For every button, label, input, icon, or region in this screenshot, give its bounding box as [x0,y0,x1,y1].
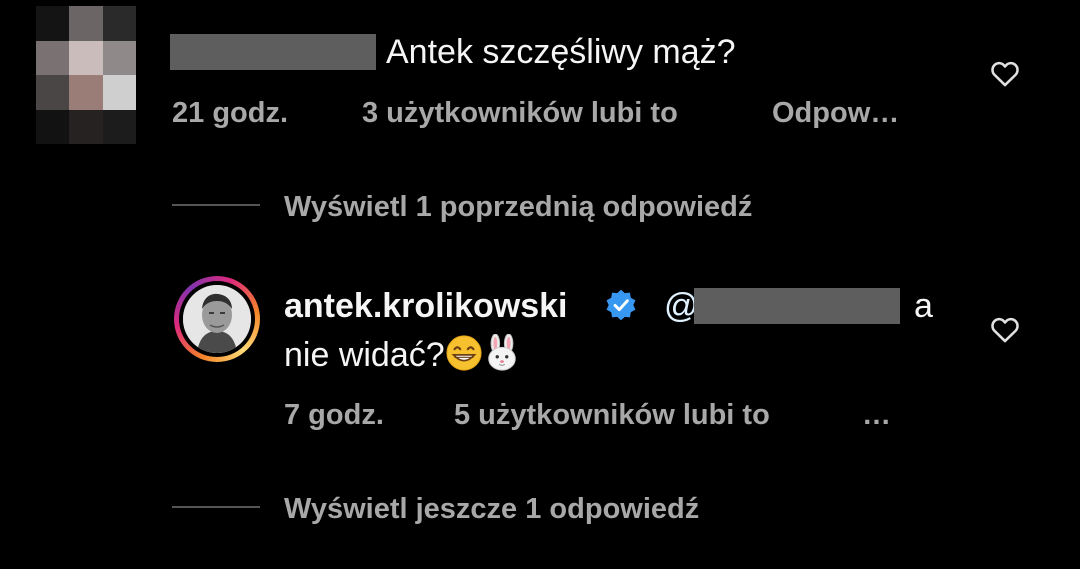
thread-divider [172,204,260,206]
redacted-username[interactable] [170,34,376,70]
more-options-button[interactable]: … [862,398,891,432]
redacted-mention[interactable] [694,288,900,324]
view-more-replies-link[interactable]: Wyświetl jeszcze 1 odpowiedź [284,492,699,526]
thread-divider [172,506,260,508]
reply-likes-count-link[interactable]: 5 użytkowników lubi to [454,398,770,432]
avatar[interactable] [36,6,136,144]
comment-time: 21 godz. [172,97,289,129]
reply-button[interactable]: Odpow… [772,96,899,130]
view-previous-replies-link[interactable]: Wyświetl 1 poprzednią odpowiedź [284,190,752,224]
like-heart-icon[interactable] [988,312,1022,346]
like-heart-icon[interactable] [988,56,1022,90]
rabbit-face-emoji-icon [483,334,521,372]
verified-badge-icon [604,288,638,322]
reply-time: 7 godz. [284,399,384,431]
reply-text-line2: nie widać? [284,336,445,374]
username[interactable]: antek.krolikowski [284,286,567,326]
likes-count-link[interactable]: 3 użytkowników lubi to [362,96,678,130]
grinning-face-emoji-icon [445,334,483,372]
story-ring-avatar[interactable] [174,276,260,362]
comment-text: Antek szczęśliwy mąż? [386,33,736,71]
reply-text-part2: nie widać? [284,334,521,375]
reply-text-part1: a [914,287,933,325]
avatar [183,285,251,353]
